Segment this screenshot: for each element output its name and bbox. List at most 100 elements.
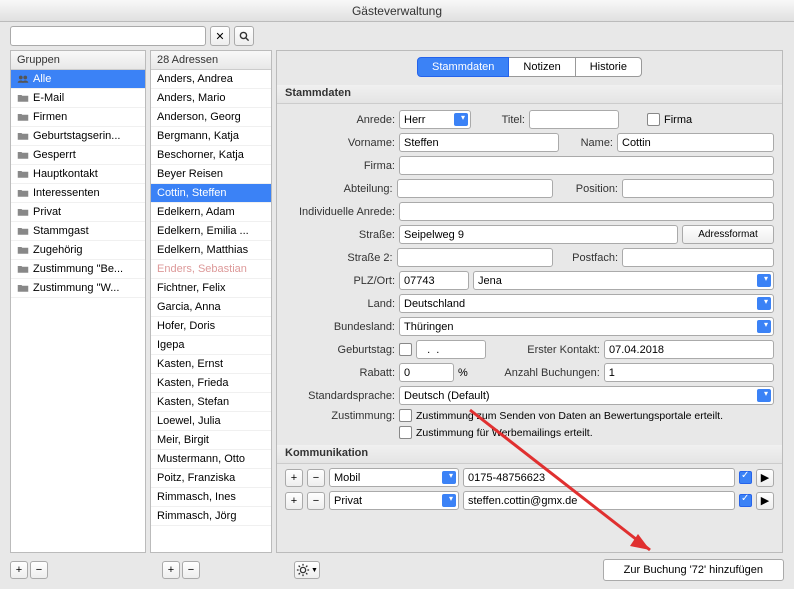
add-to-booking-button[interactable]: Zur Buchung '72' hinzufügen: [603, 559, 784, 581]
group-item[interactable]: Geburtstagserin...: [11, 127, 145, 146]
address-item[interactable]: Kasten, Stefan: [151, 393, 271, 412]
adressformat-button[interactable]: Adressformat: [682, 225, 774, 244]
group-item[interactable]: Firmen: [11, 108, 145, 127]
address-item[interactable]: Anderson, Georg: [151, 108, 271, 127]
anrede-select[interactable]: Herr: [399, 110, 471, 129]
clear-search-icon[interactable]: ✕: [210, 26, 230, 46]
erster-kontakt-field[interactable]: [604, 340, 774, 359]
group-item[interactable]: Hauptkontakt: [11, 165, 145, 184]
comm1-value-field[interactable]: [463, 468, 735, 487]
name-field[interactable]: [617, 133, 774, 152]
group-item[interactable]: Zustimmung "W...: [11, 279, 145, 298]
abteilung-field[interactable]: [397, 179, 554, 198]
groups-header: Gruppen: [11, 51, 145, 70]
plz-field[interactable]: [399, 271, 469, 290]
erster-kontakt-label: Erster Kontakt:: [490, 344, 600, 356]
comm1-action-button[interactable]: ▶: [756, 469, 774, 487]
geburtstag-checkbox[interactable]: [399, 343, 412, 356]
address-item[interactable]: Rimmasch, Ines: [151, 488, 271, 507]
comm1-type-select[interactable]: Mobil: [329, 468, 459, 487]
groups-add-button[interactable]: +: [10, 561, 28, 579]
tab-notizen[interactable]: Notizen: [509, 57, 575, 77]
address-item[interactable]: Edelkern, Emilia ...: [151, 222, 271, 241]
detail-pane: Stammdaten Notizen Historie Stammdaten A…: [276, 50, 783, 553]
address-item[interactable]: Igepa: [151, 336, 271, 355]
firma-checkbox[interactable]: [647, 113, 660, 126]
indiv-label: Individuelle Anrede:: [285, 206, 395, 218]
comm-remove-button[interactable]: −: [307, 469, 325, 487]
gear-icon[interactable]: ▼: [294, 561, 320, 579]
plzort-label: PLZ/Ort:: [285, 275, 395, 287]
comm-remove-button[interactable]: −: [307, 492, 325, 510]
anzahl-field[interactable]: [604, 363, 774, 382]
addr-add-button[interactable]: +: [162, 561, 180, 579]
firma-checkbox-label: Firma: [664, 114, 692, 126]
folder-icon: [17, 264, 29, 274]
address-item[interactable]: Edelkern, Matthias: [151, 241, 271, 260]
abteilung-label: Abteilung:: [285, 183, 393, 195]
firma-label: Firma:: [285, 160, 395, 172]
search-input[interactable]: [10, 26, 206, 46]
address-item[interactable]: Hofer, Doris: [151, 317, 271, 336]
position-field[interactable]: [622, 179, 774, 198]
rabatt-unit: %: [458, 367, 468, 379]
comm2-action-button[interactable]: ▶: [756, 492, 774, 510]
sprache-select[interactable]: Deutsch (Default): [399, 386, 774, 405]
address-item[interactable]: Meir, Birgit: [151, 431, 271, 450]
address-item[interactable]: Kasten, Ernst: [151, 355, 271, 374]
strasse2-field[interactable]: [397, 248, 554, 267]
titel-field[interactable]: [529, 110, 619, 129]
comm-add-button[interactable]: +: [285, 469, 303, 487]
address-item[interactable]: Beschorner, Katja: [151, 146, 271, 165]
tab-historie[interactable]: Historie: [576, 57, 642, 77]
addresses-list: 28 Adressen Anders, AndreaAnders, MarioA…: [150, 50, 272, 553]
group-item[interactable]: Stammgast: [11, 222, 145, 241]
address-item[interactable]: Poitz, Franziska: [151, 469, 271, 488]
address-item[interactable]: Bergmann, Katja: [151, 127, 271, 146]
comm1-primary-checkbox[interactable]: [739, 471, 752, 484]
address-item[interactable]: Kasten, Frieda: [151, 374, 271, 393]
address-item[interactable]: Rimmasch, Jörg: [151, 507, 271, 526]
firma-field[interactable]: [399, 156, 774, 175]
comm2-type-select[interactable]: Privat: [329, 491, 459, 510]
address-item[interactable]: Cottin, Steffen: [151, 184, 271, 203]
address-item[interactable]: Anders, Andrea: [151, 70, 271, 89]
rabatt-field[interactable]: [399, 363, 454, 382]
address-item[interactable]: Enders, Sebastian: [151, 260, 271, 279]
addr-remove-button[interactable]: −: [182, 561, 200, 579]
group-item[interactable]: Privat: [11, 203, 145, 222]
address-item[interactable]: Mustermann, Otto: [151, 450, 271, 469]
comm-add-button[interactable]: +: [285, 492, 303, 510]
zust2-checkbox[interactable]: [399, 426, 412, 439]
folder-icon: [17, 150, 29, 160]
address-item[interactable]: Garcia, Anna: [151, 298, 271, 317]
group-item[interactable]: Gesperrt: [11, 146, 145, 165]
geburtstag-field[interactable]: [416, 340, 486, 359]
indiv-field[interactable]: [399, 202, 774, 221]
address-item[interactable]: Fichtner, Felix: [151, 279, 271, 298]
groups-remove-button[interactable]: −: [30, 561, 48, 579]
comm2-primary-checkbox[interactable]: [739, 494, 752, 507]
group-item[interactable]: E-Mail: [11, 89, 145, 108]
folder-icon: [17, 112, 29, 122]
group-item[interactable]: Zustimmung "Be...: [11, 260, 145, 279]
comm2-value-field[interactable]: [463, 491, 735, 510]
address-item[interactable]: Anders, Mario: [151, 89, 271, 108]
bundesland-select[interactable]: Thüringen: [399, 317, 774, 336]
section-kommunikation: Kommunikation: [277, 445, 782, 464]
zust1-text: Zustimmung zum Senden von Daten an Bewer…: [416, 410, 723, 422]
tab-stammdaten[interactable]: Stammdaten: [417, 57, 509, 77]
group-item[interactable]: Interessenten: [11, 184, 145, 203]
zust1-checkbox[interactable]: [399, 409, 412, 422]
group-item[interactable]: Alle: [11, 70, 145, 89]
group-item[interactable]: Zugehörig: [11, 241, 145, 260]
search-icon[interactable]: [234, 26, 254, 46]
land-select[interactable]: Deutschland: [399, 294, 774, 313]
ort-select[interactable]: Jena: [473, 271, 774, 290]
vorname-field[interactable]: [399, 133, 559, 152]
postfach-field[interactable]: [622, 248, 774, 267]
address-item[interactable]: Beyer Reisen: [151, 165, 271, 184]
address-item[interactable]: Edelkern, Adam: [151, 203, 271, 222]
strasse-field[interactable]: [399, 225, 678, 244]
address-item[interactable]: Loewel, Julia: [151, 412, 271, 431]
